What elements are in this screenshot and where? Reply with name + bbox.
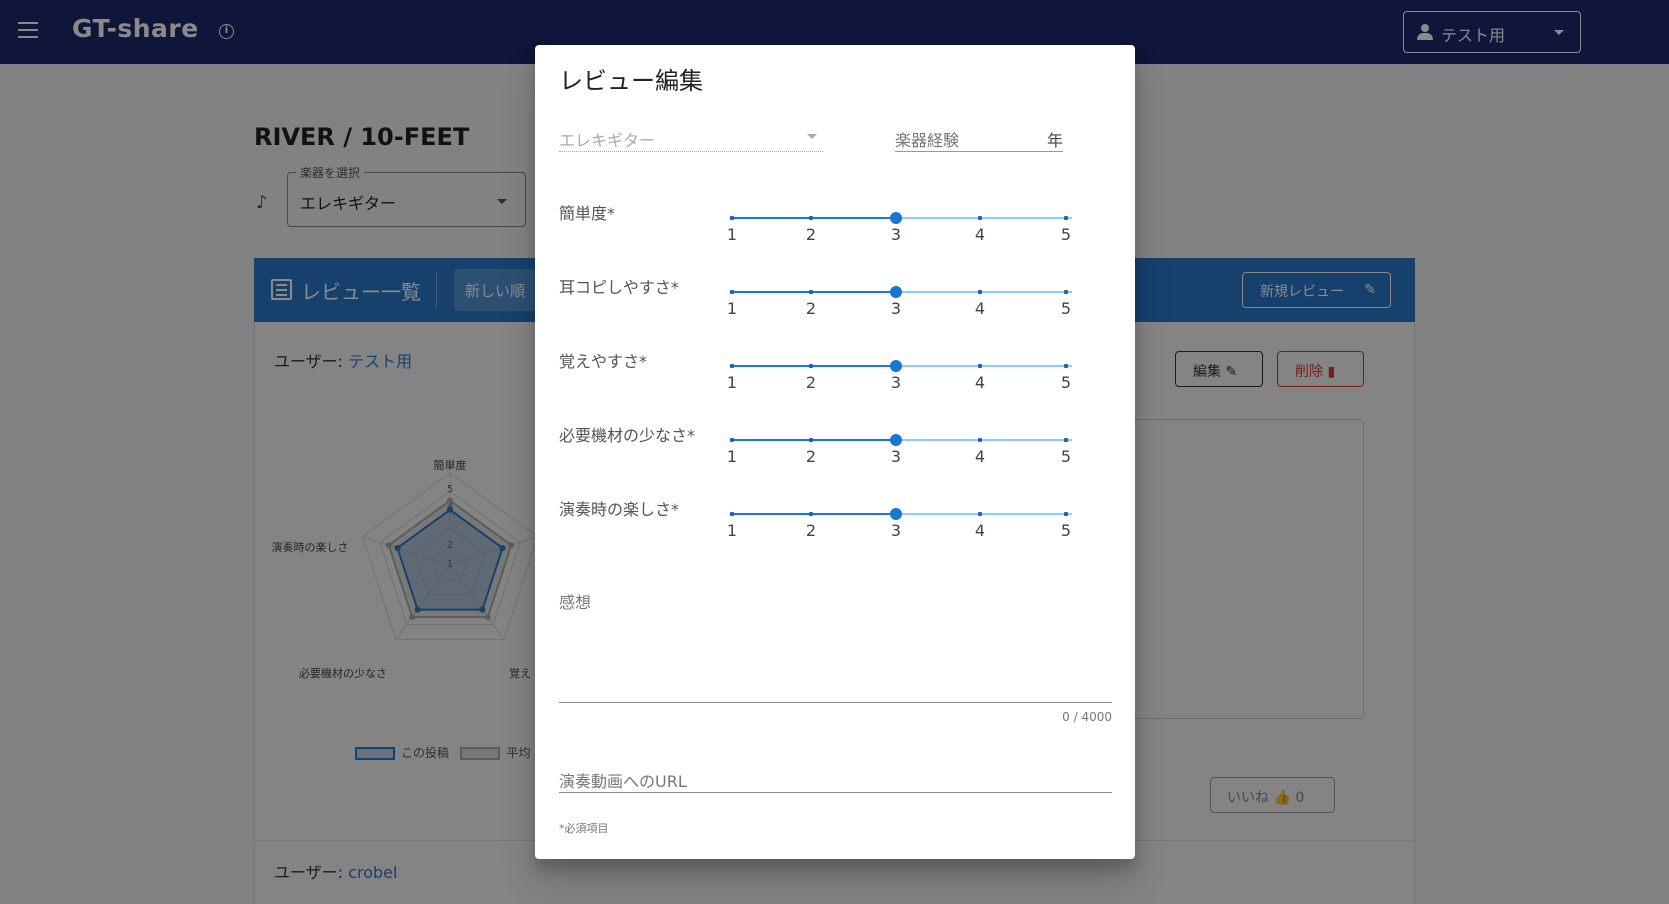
review-edit-dialog: レビュー編集 エレキギター 楽器経験 年 簡単度* 1 2 3 4 5 耳コピしやすさ* 1 2… xyxy=(535,45,1135,859)
slider-row: 演奏時の楽しさ* 1 2 3 4 5 xyxy=(559,496,1079,546)
slider-thumb[interactable] xyxy=(890,286,902,298)
slider-mark-label: 4 xyxy=(974,447,986,466)
instrument-select-disabled[interactable]: エレキギター xyxy=(559,122,823,152)
slider-mark-label: 3 xyxy=(890,373,902,392)
slider-mark-label: 3 xyxy=(890,447,902,466)
video-url-label: 演奏動画へのURL xyxy=(559,772,687,791)
slider-tick xyxy=(1064,438,1068,442)
experience-years-input[interactable]: 楽器経験 年 xyxy=(895,122,1063,152)
slider-tick xyxy=(978,216,982,220)
video-url-input[interactable]: 演奏動画へのURL xyxy=(559,763,1112,793)
slider-label: 覚えやすさ* xyxy=(559,352,648,371)
slider-fill xyxy=(732,291,896,293)
slider-label: 耳コピしやすさ* xyxy=(559,278,679,297)
slider-mark-label: 2 xyxy=(805,447,817,466)
slider-tick xyxy=(978,364,982,368)
slider-mark-label: 4 xyxy=(974,521,986,540)
slider-tick xyxy=(730,364,734,368)
required-note: *必須項目 xyxy=(559,822,609,835)
experience-label: 楽器経験 xyxy=(895,131,960,150)
slider-mark-label: 5 xyxy=(1060,447,1072,466)
slider-tick xyxy=(809,438,813,442)
instrument-placeholder: エレキギター xyxy=(559,131,656,150)
slider-mark-label: 1 xyxy=(726,373,738,392)
slider-fill xyxy=(732,513,896,515)
slider-tick xyxy=(978,512,982,516)
slider-mark-label: 4 xyxy=(974,373,986,392)
slider-thumb[interactable] xyxy=(890,434,902,446)
chevron-down-icon xyxy=(807,134,817,139)
slider-label: 簡単度* xyxy=(559,204,616,223)
slider-mark-label: 2 xyxy=(805,373,817,392)
slider-thumb[interactable] xyxy=(890,360,902,372)
slider-mark-label: 1 xyxy=(726,225,738,244)
slider-mark-label: 5 xyxy=(1060,225,1072,244)
slider-mark-label: 5 xyxy=(1060,521,1072,540)
experience-suffix: 年 xyxy=(1046,131,1063,150)
slider-row: 耳コピしやすさ* 1 2 3 4 5 xyxy=(559,274,1079,324)
slider-mark-label: 2 xyxy=(805,225,817,244)
slider-mark-label: 5 xyxy=(1060,373,1072,392)
slider-mark-label: 3 xyxy=(890,521,902,540)
slider-tick xyxy=(730,512,734,516)
slider-mark-label: 3 xyxy=(890,225,902,244)
slider-mark-label: 2 xyxy=(805,299,817,318)
slider-mark-label: 4 xyxy=(974,225,986,244)
slider-row: 簡単度* 1 2 3 4 5 xyxy=(559,200,1079,250)
slider-mark-label: 1 xyxy=(726,521,738,540)
slider-tick xyxy=(730,438,734,442)
thoughts-char-count: 0 / 4000 xyxy=(1062,710,1112,724)
slider-thumb[interactable] xyxy=(890,508,902,520)
slider-mark-label: 5 xyxy=(1060,299,1072,318)
thoughts-underline xyxy=(559,702,1112,703)
slider-tick xyxy=(730,290,734,294)
slider-mark-label: 1 xyxy=(726,299,738,318)
slider-tick xyxy=(978,438,982,442)
slider-tick xyxy=(1064,290,1068,294)
slider-mark-label: 3 xyxy=(890,299,902,318)
slider-tick xyxy=(1064,364,1068,368)
slider-tick xyxy=(809,216,813,220)
slider-tick xyxy=(730,216,734,220)
slider-tick xyxy=(809,364,813,368)
slider-tick xyxy=(809,512,813,516)
slider-label: 演奏時の楽しさ* xyxy=(559,500,680,519)
slider-label: 必要機材の少なさ* xyxy=(559,426,696,445)
slider-thumb[interactable] xyxy=(890,212,902,224)
slider-tick xyxy=(1064,216,1068,220)
slider-mark-label: 4 xyxy=(974,299,986,318)
dialog-title: レビュー編集 xyxy=(559,67,703,95)
slider-mark-label: 1 xyxy=(726,447,738,466)
slider-fill xyxy=(732,365,896,367)
slider-fill xyxy=(732,217,896,219)
thoughts-textarea[interactable]: 感想 xyxy=(559,589,591,613)
slider-tick xyxy=(809,290,813,294)
slider-fill xyxy=(732,439,896,441)
slider-mark-label: 2 xyxy=(805,521,817,540)
slider-row: 必要機材の少なさ* 1 2 3 4 5 xyxy=(559,422,1079,472)
slider-tick xyxy=(978,290,982,294)
slider-tick xyxy=(1064,512,1068,516)
slider-row: 覚えやすさ* 1 2 3 4 5 xyxy=(559,348,1079,398)
